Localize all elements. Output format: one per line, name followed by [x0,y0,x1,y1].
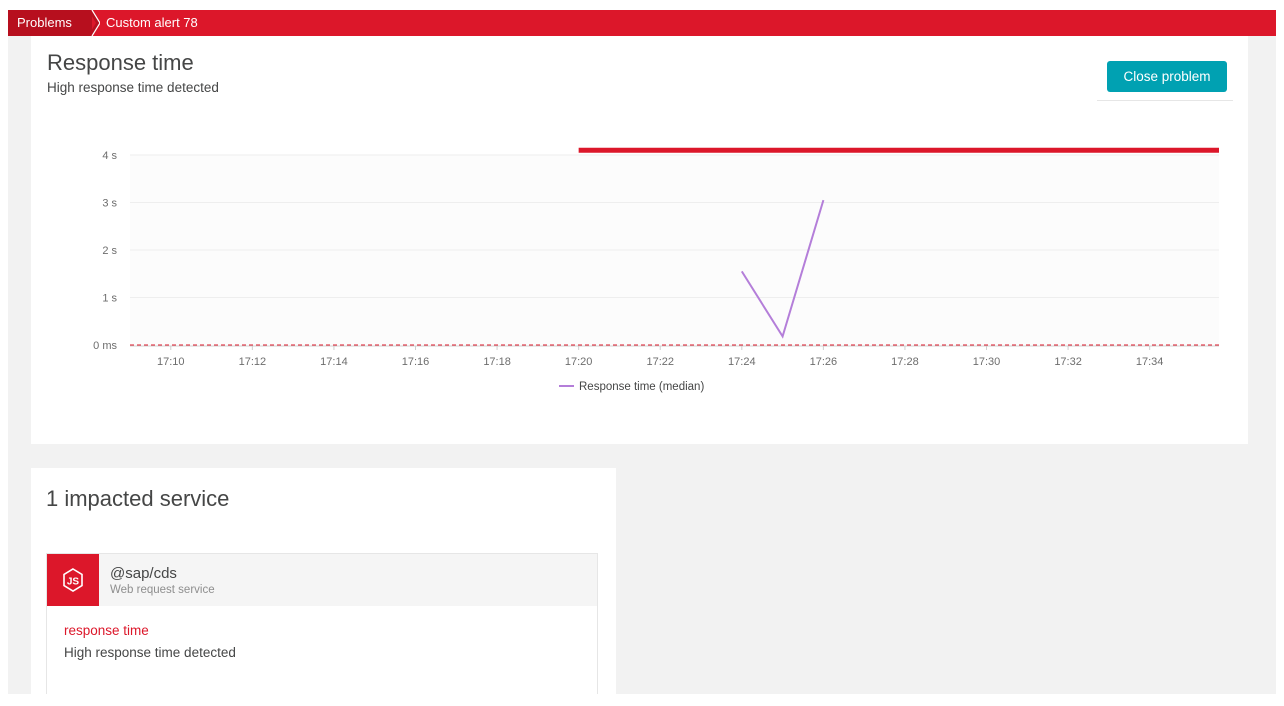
y-tick-label: 0 ms [93,340,117,352]
x-tick-label: 17:28 [891,356,919,368]
breadcrumb-separator-icon [88,10,100,36]
y-tick-label: 4 s [102,150,117,162]
service-problem-description: High response time detected [64,645,236,660]
x-tick-label: 17:34 [1136,356,1164,368]
x-tick-label: 17:32 [1054,356,1082,368]
x-tick-label: 17:10 [157,356,185,368]
y-tick-label: 2 s [102,245,117,257]
svg-text:JS: JS [67,577,80,588]
response-time-card: Response time High response time detecte… [31,36,1248,444]
service-icon-tile: JS [47,554,99,606]
service-card[interactable]: JS @sap/cds Web request service response… [46,553,598,694]
breadcrumb-current-problem[interactable]: Custom alert 78 [106,10,198,36]
breadcrumb-problems[interactable]: Problems [8,10,92,36]
x-tick-label: 17:26 [810,356,838,368]
nodejs-icon: JS [63,568,83,592]
legend-label: Response time (median) [579,381,704,393]
y-tick-label: 1 s [102,293,117,305]
x-tick-label: 17:12 [239,356,267,368]
response-time-chart: 0 ms 1 s 2 s 3 s 4 s 17:10 17:12 17:14 17:16 17:1… [93,147,1219,393]
x-tick-label: 17:24 [728,356,756,368]
problem-period-bar [578,147,1219,153]
x-tick-label: 17:30 [973,356,1001,368]
impacted-services-title: 1 impacted service [46,486,230,511]
x-tick-label: 17:14 [320,356,348,368]
service-header: JS @sap/cds Web request service [47,554,597,606]
service-type: Web request service [110,584,215,596]
impacted-services-card: 1 impacted service JS @sap/cds Web reque… [31,468,616,694]
x-tick-label: 17:16 [402,356,430,368]
x-tick-label: 17:22 [646,356,674,368]
x-tick-label: 17:20 [565,356,593,368]
service-metric-link[interactable]: response time [64,623,149,638]
breadcrumb: Problems Custom alert 78 [8,10,1276,36]
app-frame: Problems Custom alert 78 Response time H… [8,10,1276,694]
y-tick-label: 3 s [102,198,117,210]
x-tick-label: 17:18 [483,356,511,368]
service-name-link[interactable]: @sap/cds [110,565,177,582]
